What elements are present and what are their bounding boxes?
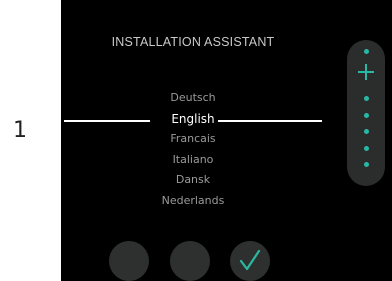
language-option[interactable]: Dansk [147, 170, 239, 191]
selection-line-left [64, 120, 150, 122]
language-list[interactable]: Deutsch English Francais Italiano Dansk … [147, 88, 239, 211]
unlabeled-button-1[interactable] [109, 241, 149, 281]
language-option[interactable]: Deutsch [147, 88, 239, 109]
dot-icon [364, 96, 369, 101]
dot-icon [364, 113, 369, 118]
dot-icon [364, 146, 369, 151]
side-scroll-panel[interactable] [347, 40, 385, 186]
device-screen: INSTALLATION ASSISTANT Deutsch English F… [61, 0, 392, 281]
callout-number: 1 [13, 118, 27, 143]
language-option-selected[interactable]: English [147, 109, 239, 130]
unlabeled-button-2[interactable] [170, 241, 210, 281]
language-option[interactable]: Francais [147, 129, 239, 150]
screen-title: INSTALLATION ASSISTANT [111, 35, 275, 49]
dot-icon [364, 129, 369, 134]
plus-icon[interactable] [356, 62, 376, 82]
language-option[interactable]: Italiano [147, 150, 239, 171]
confirm-button[interactable] [230, 241, 270, 281]
dot-icon [364, 162, 369, 167]
language-option[interactable]: Nederlands [147, 191, 239, 212]
check-icon [239, 249, 261, 271]
dot-icon [364, 49, 369, 54]
